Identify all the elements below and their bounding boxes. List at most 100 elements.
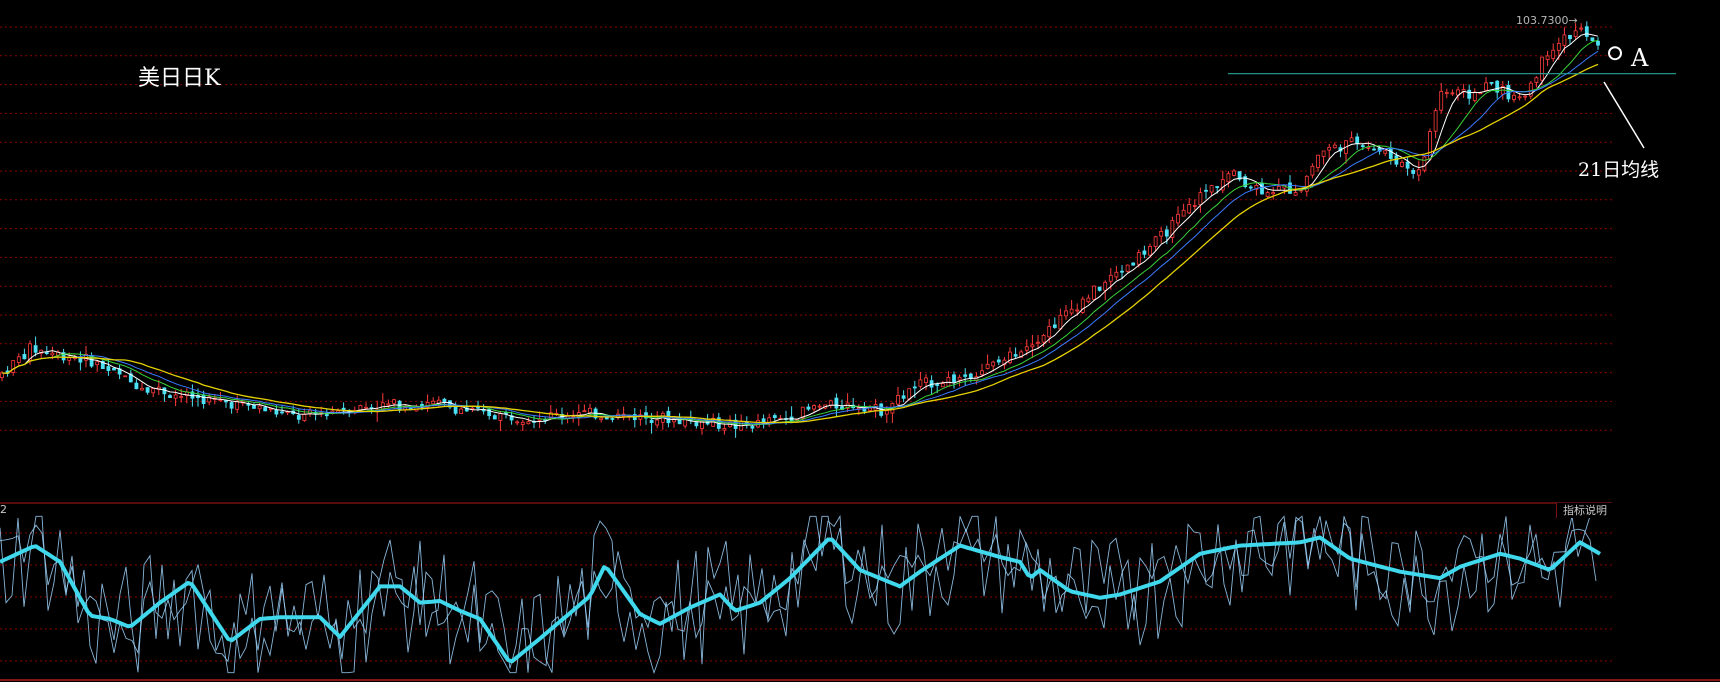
candle-body <box>1355 136 1360 144</box>
candle-body <box>123 375 128 378</box>
candle-body <box>1400 161 1404 167</box>
candle-body <box>1472 91 1477 101</box>
sub-panel-number: 2 <box>0 503 7 516</box>
candle-body <box>1517 96 1522 99</box>
candle-body <box>655 419 660 426</box>
candle-body <box>229 402 234 409</box>
candle-body <box>280 411 284 414</box>
candle-body <box>1181 209 1186 217</box>
candle-body <box>476 406 480 409</box>
ma-line-ma10 <box>1 39 1599 425</box>
candle-body <box>173 394 178 399</box>
candle-body <box>1120 270 1124 273</box>
candle-body <box>812 405 816 410</box>
candle-body <box>1332 144 1337 149</box>
ma-line-ma21 <box>1 63 1599 424</box>
oscillator-thin-line <box>0 514 1596 675</box>
candle-body <box>50 352 55 356</box>
candle-body <box>1136 252 1141 265</box>
candle-body <box>599 417 604 421</box>
candle-body <box>134 382 139 390</box>
candle-body <box>1047 325 1052 338</box>
candle-body <box>168 395 172 399</box>
candle-body <box>1321 150 1326 157</box>
candle-body <box>649 419 654 424</box>
candle-body <box>95 361 100 366</box>
candle-body <box>957 376 962 381</box>
candle-body <box>1226 173 1231 183</box>
candle-body <box>1069 308 1074 314</box>
candle-body <box>1086 297 1091 303</box>
candle-body <box>1153 236 1158 247</box>
candle-body <box>722 427 727 431</box>
candle-body <box>364 406 368 409</box>
point-a-marker <box>1608 46 1622 61</box>
candle-body <box>453 406 458 414</box>
candle-body <box>1444 92 1449 95</box>
candle-body <box>610 418 615 420</box>
candle-body <box>991 361 996 367</box>
candle-body <box>901 395 906 399</box>
candle-body <box>1187 204 1192 214</box>
candle-body <box>33 345 38 353</box>
candle-body <box>1176 213 1180 224</box>
candle-body <box>1422 156 1427 171</box>
candle-body <box>1383 150 1388 154</box>
candle-body <box>274 409 279 415</box>
candle-body <box>520 421 525 425</box>
candle-body <box>896 394 900 405</box>
candle-body <box>1209 185 1214 193</box>
candle-body <box>828 400 833 406</box>
candle-body <box>1450 92 1455 95</box>
candle-body <box>78 358 83 363</box>
candle-body <box>856 407 861 410</box>
candle-body <box>44 352 49 355</box>
candle-body <box>924 377 928 383</box>
candle-body <box>268 408 273 411</box>
candle-body <box>106 366 111 371</box>
candle-body <box>1579 27 1584 30</box>
ma21-annotation-arrow <box>1603 81 1645 149</box>
ma-line-ma14 <box>1 50 1599 425</box>
candle-body <box>985 363 990 369</box>
candle-body <box>179 396 184 398</box>
candle-body <box>1489 82 1494 84</box>
candle-body <box>1405 161 1410 169</box>
candle-body <box>1551 49 1556 59</box>
candle-body <box>263 407 268 412</box>
candle-body <box>431 400 436 405</box>
candle-body <box>1276 185 1281 191</box>
candle-body <box>996 359 1001 363</box>
candle-body <box>492 415 497 420</box>
candle-body <box>963 374 968 377</box>
candle-body <box>1584 26 1589 37</box>
candle-body <box>1439 91 1444 111</box>
candle-body <box>1540 56 1544 81</box>
candle-body <box>1075 309 1080 312</box>
candle-body <box>1372 148 1376 151</box>
ma21-annotation-label: 21日均线 <box>1578 159 1660 181</box>
candle-body <box>1215 186 1220 189</box>
candle-body <box>22 353 27 360</box>
candle-body <box>257 405 262 410</box>
candle-body <box>940 383 945 388</box>
candle-body <box>515 421 520 424</box>
indicator-help-button[interactable]: 指标说明 <box>1556 503 1613 518</box>
candle-body <box>1562 34 1567 46</box>
candle-body <box>296 415 301 420</box>
candle-body <box>694 422 699 427</box>
candle-body <box>918 379 923 387</box>
candle-body <box>526 421 531 425</box>
candle-body <box>1024 346 1029 351</box>
candlestick-chart <box>0 21 1720 681</box>
candle-body <box>112 367 116 371</box>
candle-body <box>302 413 307 421</box>
candle-body <box>1360 145 1365 148</box>
candle-body <box>772 415 777 418</box>
candle-body <box>1260 182 1264 195</box>
candle-body <box>1103 281 1108 291</box>
candle-body <box>1125 264 1130 272</box>
candle-body <box>481 409 486 412</box>
candle-body <box>1131 262 1136 266</box>
candle-body <box>67 357 72 361</box>
